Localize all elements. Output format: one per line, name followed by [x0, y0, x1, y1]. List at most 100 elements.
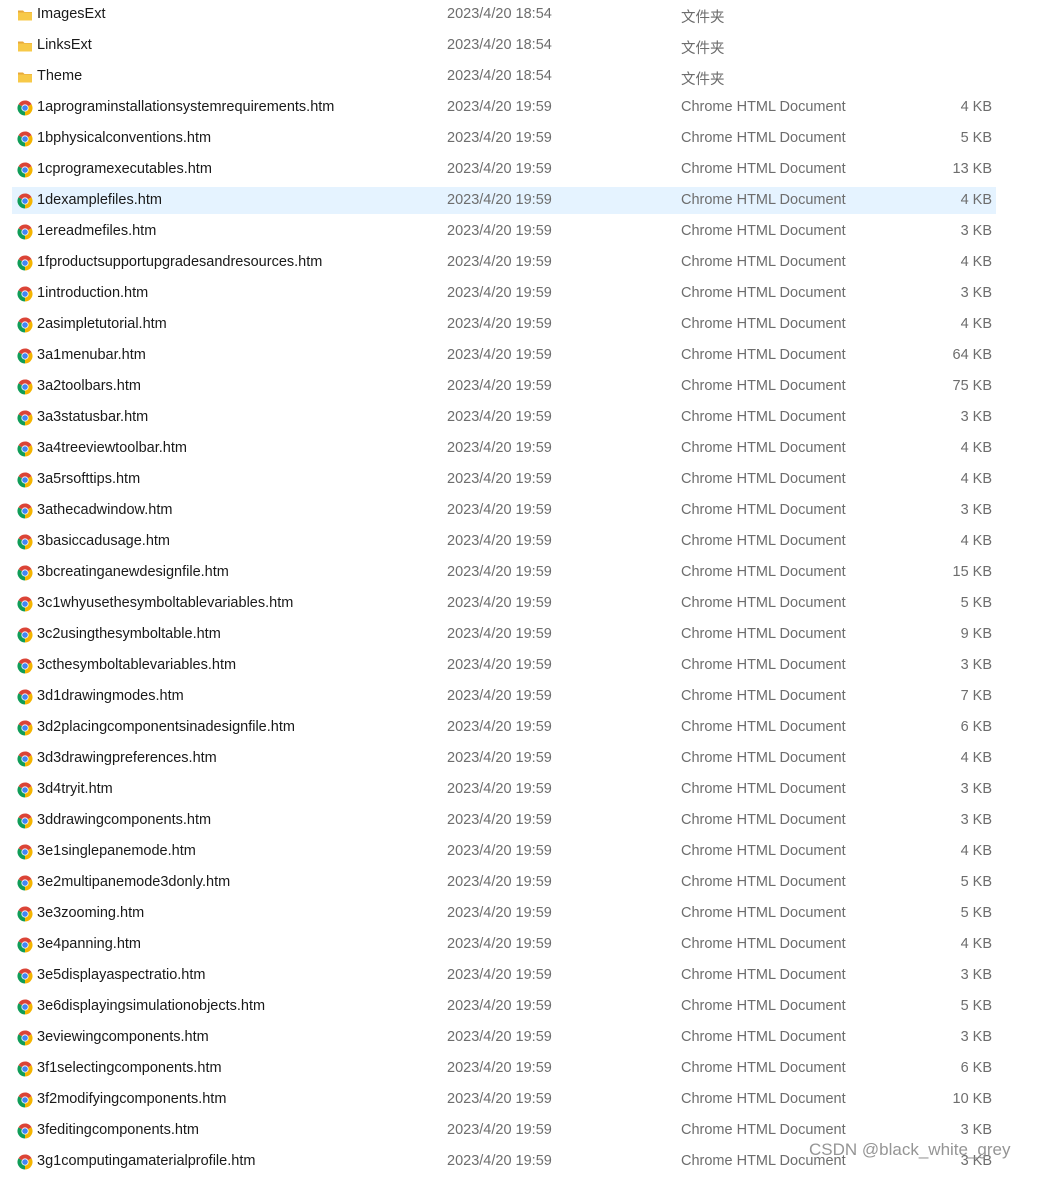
file-type: Chrome HTML Document [681, 440, 846, 456]
file-name[interactable]: 3a1menubar.htm [37, 347, 146, 363]
folder-row[interactable]: LinksExt 2023/4/20 18:54 文件夹 [0, 31, 1045, 62]
file-row[interactable]: 2asimpletutorial.htm 2023/4/20 19:59 Chrom… [0, 310, 1045, 341]
chrome-icon [17, 782, 33, 798]
file-date-modified: 2023/4/20 19:59 [447, 99, 552, 115]
file-name[interactable]: 3athecadwindow.htm [37, 502, 172, 518]
file-type: Chrome HTML Document [681, 936, 846, 952]
file-name[interactable]: 3ddrawingcomponents.htm [37, 812, 211, 828]
file-size: 3 KB [960, 1122, 992, 1138]
file-row[interactable]: 3e4panning.htm 2023/4/20 19:59 Chrome HTML… [0, 930, 1045, 961]
file-row[interactable]: 3c2usingthesymboltable.htm 2023/4/20 19:5… [0, 620, 1045, 651]
file-name[interactable]: 3bcreatinganewdesignfile.htm [37, 564, 229, 580]
file-name[interactable]: 1dexamplefiles.htm [37, 192, 162, 208]
file-name[interactable]: 3f2modifyingcomponents.htm [37, 1091, 226, 1107]
file-row[interactable]: 3e3zooming.htm 2023/4/20 19:59 Chrome HTML… [0, 899, 1045, 930]
file-row[interactable]: 3ddrawingcomponents.htm 2023/4/20 19:59 Ch… [0, 806, 1045, 837]
file-row[interactable]: 3bcreatinganewdesignfile.htm 2023/4/20 19… [0, 558, 1045, 589]
file-name[interactable]: 3g1computingamaterialprofile.htm [37, 1153, 255, 1169]
file-row[interactable]: 3a2toolbars.htm 2023/4/20 19:59 Chrome HTM… [0, 372, 1045, 403]
file-type: Chrome HTML Document [681, 874, 846, 890]
file-row[interactable]: 3cthesymboltablevariables.htm 2023/4/20 1… [0, 651, 1045, 682]
file-row[interactable]: 3d2placingcomponentsinadesignfile.htm 202… [0, 713, 1045, 744]
file-name[interactable]: 1ereadmefiles.htm [37, 223, 156, 239]
file-row[interactable]: 3athecadwindow.htm 2023/4/20 19:59 Chrome … [0, 496, 1045, 527]
file-row[interactable]: 3a3statusbar.htm 2023/4/20 19:59 Chrome HT… [0, 403, 1045, 434]
file-name[interactable]: 1introduction.htm [37, 285, 148, 301]
file-name[interactable]: 3d3drawingpreferences.htm [37, 750, 217, 766]
file-name[interactable]: 3d2placingcomponentsinadesignfile.htm [37, 719, 295, 735]
file-row[interactable]: 1bphysicalconventions.htm 2023/4/20 19:59… [0, 124, 1045, 155]
file-type: Chrome HTML Document [681, 316, 846, 332]
chrome-icon [17, 751, 33, 767]
file-size: 4 KB [960, 533, 992, 549]
file-name[interactable]: 1bphysicalconventions.htm [37, 130, 211, 146]
file-type: Chrome HTML Document [681, 750, 846, 766]
file-size: 5 KB [960, 905, 992, 921]
file-name[interactable]: Theme [37, 68, 82, 84]
file-name[interactable]: 3e2multipanemode3donly.htm [37, 874, 230, 890]
file-name[interactable]: 3a4treeviewtoolbar.htm [37, 440, 187, 456]
file-date-modified: 2023/4/20 19:59 [447, 905, 552, 921]
file-row[interactable]: 3d3drawingpreferences.htm 2023/4/20 19:59… [0, 744, 1045, 775]
file-name[interactable]: LinksExt [37, 37, 92, 53]
file-name[interactable]: ImagesExt [37, 6, 106, 22]
file-type: Chrome HTML Document [681, 843, 846, 859]
file-row[interactable]: 3e6displayingsimulationobjects.htm 2023/4… [0, 992, 1045, 1023]
file-name[interactable]: 3d1drawingmodes.htm [37, 688, 184, 704]
file-name[interactable]: 3f1selectingcomponents.htm [37, 1060, 222, 1076]
file-name[interactable]: 3e3zooming.htm [37, 905, 144, 921]
file-name[interactable]: 3a5rsofttips.htm [37, 471, 140, 487]
file-name[interactable]: 1fproductsupportupgradesandresources.htm [37, 254, 322, 270]
file-name[interactable]: 3d4tryit.htm [37, 781, 113, 797]
file-row[interactable]: 3f2modifyingcomponents.htm 2023/4/20 19:5… [0, 1085, 1045, 1116]
folder-row[interactable]: Theme 2023/4/20 18:54 文件夹 [0, 62, 1045, 93]
file-row[interactable]: 3e1singlepanemode.htm 2023/4/20 19:59 Chro… [0, 837, 1045, 868]
file-name[interactable]: 3a2toolbars.htm [37, 378, 141, 394]
chrome-icon [17, 658, 33, 674]
file-row[interactable]: 3d4tryit.htm 2023/4/20 19:59 Chrome HTML D… [0, 775, 1045, 806]
file-name[interactable]: 3eviewingcomponents.htm [37, 1029, 209, 1045]
file-name[interactable]: 3c2usingthesymboltable.htm [37, 626, 221, 642]
file-date-modified: 2023/4/20 19:59 [447, 564, 552, 580]
chrome-icon [17, 1092, 33, 1108]
file-name[interactable]: 3e5displayaspectratio.htm [37, 967, 205, 983]
chrome-icon [17, 937, 33, 953]
file-name[interactable]: 3c1whyusethesymboltablevariables.htm [37, 595, 293, 611]
file-name[interactable]: 3e6displayingsimulationobjects.htm [37, 998, 265, 1014]
file-name[interactable]: 3cthesymboltablevariables.htm [37, 657, 236, 673]
folder-icon [18, 72, 32, 83]
file-row[interactable]: 3basiccadusage.htm 2023/4/20 19:59 Chrome … [0, 527, 1045, 558]
folder-row[interactable]: ImagesExt 2023/4/20 18:54 文件夹 [0, 0, 1045, 31]
file-name[interactable]: 3feditingcomponents.htm [37, 1122, 199, 1138]
file-date-modified: 2023/4/20 19:59 [447, 1091, 552, 1107]
file-type: Chrome HTML Document [681, 99, 846, 115]
file-row[interactable]: 3eviewingcomponents.htm 2023/4/20 19:59 Ch… [0, 1023, 1045, 1054]
file-name[interactable]: 3basiccadusage.htm [37, 533, 170, 549]
file-type: Chrome HTML Document [681, 471, 846, 487]
file-row[interactable]: 1introduction.htm 2023/4/20 19:59 Chrome H… [0, 279, 1045, 310]
chrome-icon [17, 875, 33, 891]
file-row[interactable]: 1aprograminstallationsystemrequirements.… [0, 93, 1045, 124]
file-row[interactable]: 3e2multipanemode3donly.htm 2023/4/20 19:5… [0, 868, 1045, 899]
file-name[interactable]: 2asimpletutorial.htm [37, 316, 167, 332]
file-size: 13 KB [952, 161, 993, 177]
file-row[interactable]: 3a1menubar.htm 2023/4/20 19:59 Chrome HTML… [0, 341, 1045, 372]
file-name[interactable]: 3a3statusbar.htm [37, 409, 148, 425]
file-row[interactable]: 1fproductsupportupgradesandresources.htm… [0, 248, 1045, 279]
chrome-icon [17, 348, 33, 364]
file-type: Chrome HTML Document [681, 626, 846, 642]
file-row[interactable]: 1dexamplefiles.htm 2023/4/20 19:59 Chrome … [0, 186, 1045, 217]
file-name[interactable]: 3e1singlepanemode.htm [37, 843, 196, 859]
file-row[interactable]: 3a4treeviewtoolbar.htm 2023/4/20 19:59 Chr… [0, 434, 1045, 465]
file-name[interactable]: 1cprogramexecutables.htm [37, 161, 212, 177]
file-row[interactable]: 3d1drawingmodes.htm 2023/4/20 19:59 Chrome… [0, 682, 1045, 713]
file-name[interactable]: 1aprograminstallationsystemrequirements.… [37, 99, 334, 115]
file-row[interactable]: 3c1whyusethesymboltablevariables.htm 2023… [0, 589, 1045, 620]
file-row[interactable]: 3a5rsofttips.htm 2023/4/20 19:59 Chrome HT… [0, 465, 1045, 496]
file-row[interactable]: 1ereadmefiles.htm 2023/4/20 19:59 Chrome H… [0, 217, 1045, 248]
file-row[interactable]: 1cprogramexecutables.htm 2023/4/20 19:59 C… [0, 155, 1045, 186]
file-row[interactable]: 3f1selectingcomponents.htm 2023/4/20 19:5… [0, 1054, 1045, 1085]
file-name[interactable]: 3e4panning.htm [37, 936, 141, 952]
file-row[interactable]: 3e5displayaspectratio.htm 2023/4/20 19:59… [0, 961, 1045, 992]
file-type: Chrome HTML Document [681, 533, 846, 549]
